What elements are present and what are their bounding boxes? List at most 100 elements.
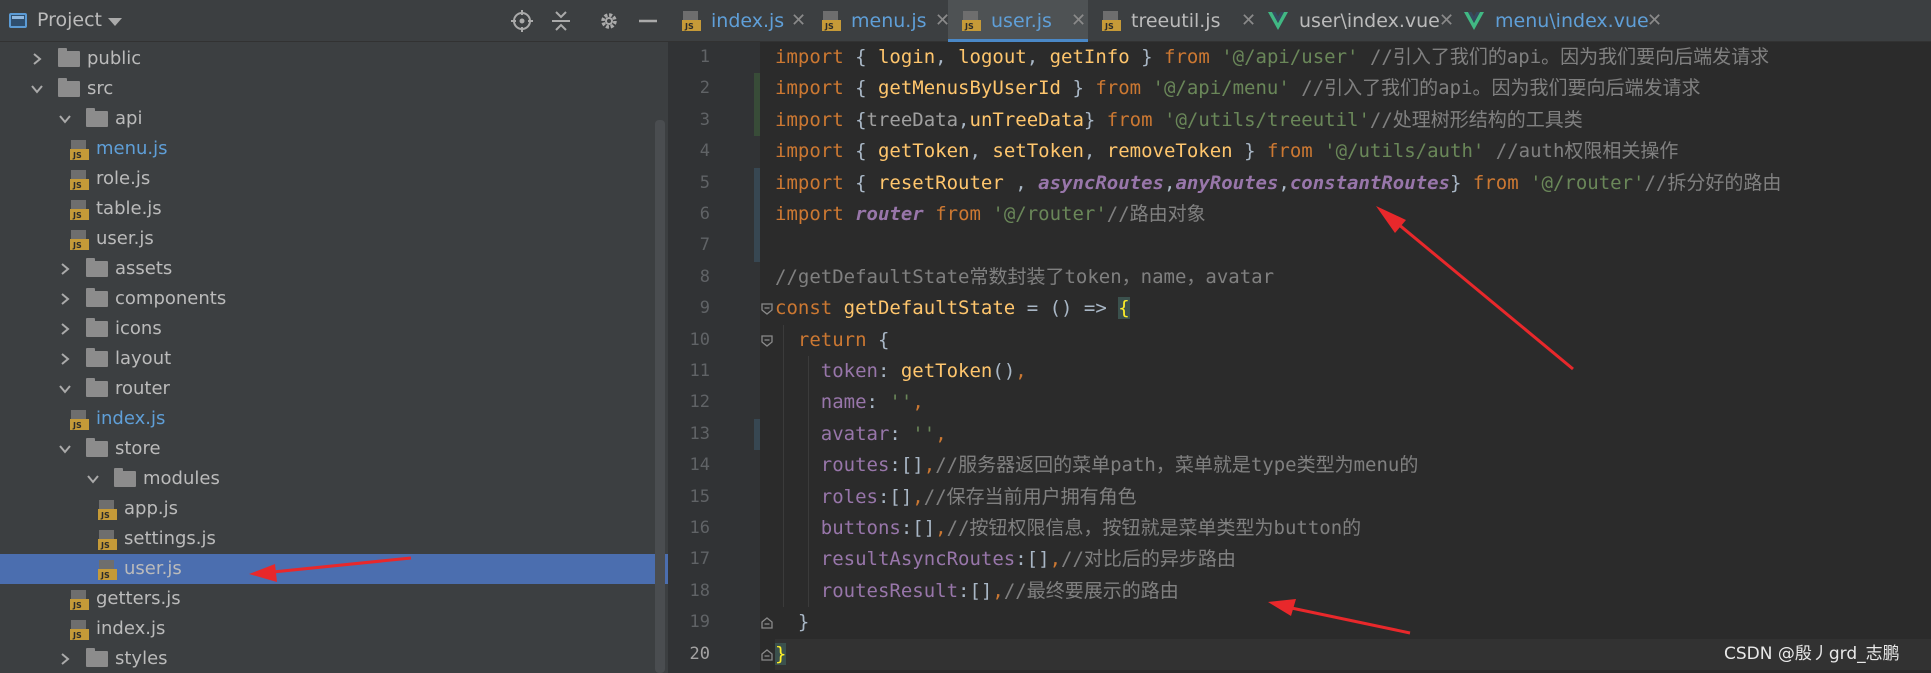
chevron-down-icon[interactable] xyxy=(58,442,72,456)
change-marker[interactable] xyxy=(754,230,760,262)
tree-folder-item[interactable]: modules xyxy=(0,464,668,494)
tree-item-label: components xyxy=(115,288,227,309)
tree-file-item[interactable]: JS user.js xyxy=(0,224,668,254)
chevron-right-icon[interactable] xyxy=(30,52,44,66)
editor-tab[interactable]: JS index.js ✕ xyxy=(668,0,808,42)
code-line[interactable]: resultAsyncRoutes:[],//对比后的异步路由 xyxy=(775,544,1931,575)
code-token: from xyxy=(935,203,981,225)
project-panel-title[interactable]: Project xyxy=(37,9,102,31)
change-marker[interactable] xyxy=(754,199,760,231)
tree-scrollbar[interactable] xyxy=(655,120,665,673)
csdn-watermark: CSDN @殷丿grd_志鹏 xyxy=(1724,644,1900,664)
code-line[interactable]: token: getToken(), xyxy=(775,356,1931,387)
tree-folder-item[interactable]: components xyxy=(0,284,668,314)
editor-tab[interactable]: JS user.js ✕ xyxy=(948,0,1088,42)
code-line[interactable]: routes:[],//服务器返回的菜单path，菜单就是type类型为menu… xyxy=(775,450,1931,481)
tree-folder-item[interactable]: styles xyxy=(0,644,668,673)
chevron-right-icon[interactable] xyxy=(58,262,72,276)
indent-guide xyxy=(783,324,784,608)
code-line[interactable]: import { getMenusByUserId } from '@/api/… xyxy=(775,73,1931,104)
code-line[interactable]: import { resetRouter , asyncRoutes,anyRo… xyxy=(775,168,1931,199)
fold-marker-icon[interactable] xyxy=(760,648,774,662)
close-tab-icon[interactable]: ✕ xyxy=(1071,0,1086,42)
code-line[interactable]: } xyxy=(775,607,1931,638)
chevron-right-icon[interactable] xyxy=(58,292,72,306)
editor-tab[interactable]: JS treeutil.js ✕ xyxy=(1088,0,1256,42)
tree-file-item[interactable]: JS getters.js xyxy=(0,584,668,614)
code-line[interactable]: routesResult:[],//最终要展示的路由 xyxy=(775,576,1931,607)
tree-file-item[interactable]: JS app.js xyxy=(0,494,668,524)
chevron-right-icon[interactable] xyxy=(58,352,72,366)
code-editor[interactable]: 1 2 3 4 5 6 7 8 9 10 11 12 13 14 15 16 17 18 19 20 import {… xyxy=(668,42,1931,673)
tree-item-label: index.js xyxy=(96,408,166,429)
editor-tab[interactable]: user\index.vue ✕ xyxy=(1256,0,1454,42)
chevron-down-icon[interactable] xyxy=(58,112,72,126)
change-marker[interactable] xyxy=(754,104,760,137)
close-tab-icon[interactable]: ✕ xyxy=(1241,0,1256,42)
code-line[interactable] xyxy=(775,230,1931,261)
chevron-right-icon[interactable] xyxy=(58,652,72,666)
tree-item-label: assets xyxy=(115,258,173,279)
code-line[interactable]: import { login, logout, getInfo } from '… xyxy=(775,42,1931,73)
code-token: from xyxy=(1164,46,1210,68)
chevron-down-icon[interactable] xyxy=(108,18,122,26)
tree-folder-item[interactable]: store xyxy=(0,434,668,464)
tree-file-item[interactable]: JS table.js xyxy=(0,194,668,224)
code-line[interactable]: import { getToken, setToken, removeToken… xyxy=(775,136,1931,167)
fold-marker-icon[interactable] xyxy=(760,616,774,630)
code-area[interactable]: import { login, logout, getInfo } from '… xyxy=(775,42,1931,673)
tree-folder-item[interactable]: icons xyxy=(0,314,668,344)
tree-file-item[interactable]: JS user.js xyxy=(0,554,668,584)
change-marker[interactable] xyxy=(754,418,760,451)
code-line[interactable]: //getDefaultState常数封装了token，name，avatar xyxy=(775,262,1931,293)
fold-marker-icon[interactable] xyxy=(760,302,774,316)
tree-folder-item[interactable]: router xyxy=(0,374,668,404)
chevron-down-icon[interactable] xyxy=(30,82,44,96)
code-token: : xyxy=(877,360,901,382)
close-tab-icon[interactable]: ✕ xyxy=(1647,0,1662,42)
tree-file-item[interactable]: JS index.js xyxy=(0,404,668,434)
code-line[interactable]: buttons:[],//按钮权限信息，按钮就是菜单类型为button的 xyxy=(775,513,1931,544)
settings-gear-icon[interactable] xyxy=(598,10,620,32)
tree-file-item[interactable]: JS index.js xyxy=(0,614,668,644)
code-token: //引入了我们的api。因为我们要向后端发请求 xyxy=(1301,77,1701,100)
fold-marker-icon[interactable] xyxy=(760,334,774,348)
tree-folder-item[interactable]: layout xyxy=(0,344,668,374)
tree-folder-item[interactable]: api xyxy=(0,104,668,134)
code-line[interactable]: import router from '@/router'//路由对象 xyxy=(775,199,1931,230)
tree-folder-item[interactable]: src xyxy=(0,74,668,104)
code-token: //对比后的异步路由 xyxy=(1061,548,1236,571)
change-marker[interactable] xyxy=(754,167,760,199)
locate-icon[interactable] xyxy=(511,10,533,32)
code-token: avatar xyxy=(820,422,890,445)
code-token: , xyxy=(935,517,947,539)
tree-folder-item[interactable]: public xyxy=(0,44,668,74)
svg-text:JS: JS xyxy=(72,151,82,160)
editor-tab[interactable]: JS menu.js ✕ xyxy=(808,0,950,42)
code-line[interactable]: import {treeData,unTreeData} from '@/uti… xyxy=(775,105,1931,136)
collapse-all-icon[interactable] xyxy=(550,10,572,32)
tree-file-item[interactable]: JS menu.js xyxy=(0,134,668,164)
code-token: resetRouter xyxy=(877,171,1004,194)
chevron-down-icon[interactable] xyxy=(58,382,72,396)
code-line[interactable]: const getDefaultState = () => { xyxy=(775,293,1931,324)
tree-file-item[interactable]: JS settings.js xyxy=(0,524,668,554)
code-line[interactable]: return { xyxy=(775,325,1931,356)
project-tree[interactable]: public src api JS menu.js JS role.js JS table.js… xyxy=(0,42,668,673)
tree-file-item[interactable]: JS role.js xyxy=(0,164,668,194)
code-line[interactable]: name: '', xyxy=(775,387,1931,418)
change-marker[interactable] xyxy=(754,73,760,105)
tree-folder-item[interactable]: assets xyxy=(0,254,668,284)
chevron-down-icon[interactable] xyxy=(86,472,100,486)
editor-tab[interactable]: menu\index.vue ✕ xyxy=(1452,0,1662,42)
close-tab-icon[interactable]: ✕ xyxy=(791,0,806,42)
tree-item-label: settings.js xyxy=(124,528,216,549)
hide-icon[interactable] xyxy=(637,10,659,32)
code-line[interactable]: roles:[],//保存当前用户拥有角色 xyxy=(775,482,1931,513)
chevron-right-icon[interactable] xyxy=(58,322,72,336)
code-line[interactable]: avatar: '', xyxy=(775,419,1931,450)
